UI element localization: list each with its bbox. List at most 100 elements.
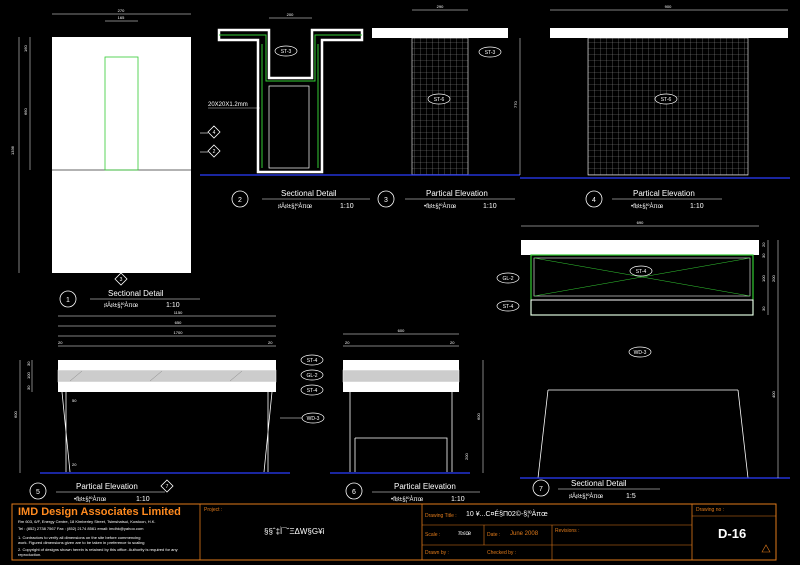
svg-text:7: 7: [539, 486, 543, 493]
drawing-title: Partical Elevation: [633, 189, 695, 198]
svg-text:3: 3: [120, 277, 123, 283]
company-phone: Tel : (852) 2738 7567 Fax : (852) 2174 8…: [18, 526, 144, 531]
note-1b: work. Figured dimensions given are to be…: [18, 540, 145, 545]
drawing-title-label: Drawing Title :: [425, 513, 457, 519]
svg-text:30: 30: [26, 385, 31, 390]
svg-text:ST-6: ST-6: [661, 97, 672, 103]
svg-text:200: 200: [771, 275, 776, 282]
dim-d1-left2: 660: [23, 108, 28, 115]
drawing-number: D-16: [718, 526, 747, 541]
svg-text:1700: 1700: [174, 330, 184, 335]
svg-text:100: 100: [26, 372, 31, 379]
svg-text:ST-4: ST-4: [307, 358, 318, 364]
svg-text:1:10: 1:10: [136, 496, 150, 503]
dim-d1-top: 270: [118, 8, 125, 13]
drawing-5-elevation: 1150 650 1700 20 20 30 100 30 600 50 20 …: [13, 310, 325, 503]
svg-text:4: 4: [592, 197, 596, 204]
drawing-title-value: 10 ¥...C¤É§Π02©-§¦ºÀπœ: [466, 511, 548, 518]
svg-text:ST-4: ST-4: [636, 269, 647, 275]
drawing-4-elevation: 900 ST-6 4 Partical Elevation •ﬂ♯±§¦ºÀπœ…: [520, 4, 790, 210]
svg-text:20: 20: [761, 242, 766, 247]
svg-text:20: 20: [450, 340, 455, 345]
svg-text:20: 20: [72, 462, 77, 467]
svg-text:2: 2: [213, 149, 216, 155]
scale-value: π≤œ: [458, 531, 472, 537]
drawing-1-elevation: 270 165 1336 660 160 4 2 3 1 Sectional D…: [10, 8, 221, 309]
svg-text:600: 600: [398, 328, 405, 333]
svg-text:6: 6: [352, 489, 356, 496]
svg-text:♯Ä♯±§¦ºÀπœ: ♯Ä♯±§¦ºÀπœ: [104, 302, 139, 309]
svg-text:4: 4: [213, 130, 216, 136]
svg-text:1:5: 1:5: [626, 493, 636, 500]
drawing-title: Partical Elevation: [426, 189, 488, 198]
svg-text:1:10: 1:10: [451, 496, 465, 503]
drawn-label: Drawn by :: [425, 550, 449, 556]
svg-text:20: 20: [345, 340, 350, 345]
svg-text:1:10: 1:10: [340, 203, 354, 210]
scale-label: Scale :: [425, 532, 441, 538]
svg-text:770: 770: [513, 101, 518, 108]
drawing-2-section: 200 ST-3 20X20X1.2mm 2 Sectional Detail …: [200, 12, 370, 210]
svg-text:30: 30: [761, 253, 766, 258]
drawing-title: Partical Elevation: [76, 482, 138, 491]
company-name: IMD Design Associates Limited: [18, 506, 181, 518]
svg-text:•ﬂ♯±§¦ºÀπœ: •ﬂ♯±§¦ºÀπœ: [391, 496, 424, 503]
svg-text:900: 900: [665, 4, 672, 9]
svg-text:50: 50: [72, 398, 77, 403]
date-label: Date :: [487, 532, 501, 538]
panel-board: [52, 37, 191, 273]
revisions-label: Revisions :: [555, 528, 580, 534]
drawing-6-elevation: 600 20 20 600 200 6 Partical Elevation •…: [330, 328, 484, 503]
svg-text:ST-3: ST-3: [485, 50, 496, 56]
dim-d1-top2: 165: [118, 15, 125, 20]
svg-text:3: 3: [384, 197, 388, 204]
svg-text:ST-4: ST-4: [503, 304, 514, 310]
drawing-title: Sectional Detail: [108, 289, 164, 298]
date-value: June 2008: [510, 531, 539, 537]
mosaic-panel: [411, 37, 469, 176]
svg-text:ST-6: ST-6: [434, 97, 445, 103]
project-label: Project :: [204, 507, 223, 513]
cad-drawing-sheet: 270 165 1336 660 160 4 2 3 1 Sectional D…: [0, 0, 800, 565]
svg-text:1:10: 1:10: [166, 302, 180, 309]
drawing-3-elevation: 290 770 ST-3 ST-6 3 Partical Elevation •…: [370, 4, 521, 210]
svg-text:GL-2: GL-2: [306, 373, 317, 379]
svg-text:1150: 1150: [174, 310, 183, 315]
svg-text:600: 600: [476, 413, 481, 420]
svg-text:20: 20: [58, 340, 63, 345]
svg-text:690: 690: [637, 220, 644, 225]
drawing-title: Sectional Detail: [281, 189, 337, 198]
svg-text:20: 20: [268, 340, 273, 345]
svg-text:2: 2: [238, 197, 242, 204]
svg-text:1:10: 1:10: [690, 203, 704, 210]
svg-text:1:10: 1:10: [483, 203, 497, 210]
company-address: Rm 603, 6/F, Energy Centre, 18 Kimberley…: [18, 519, 156, 524]
svg-text:100: 100: [761, 275, 766, 282]
svg-text:ST-4: ST-4: [307, 388, 318, 394]
drawing-title: Sectional Detail: [571, 479, 627, 488]
svg-text:290: 290: [437, 4, 444, 9]
svg-text:1: 1: [66, 297, 70, 304]
svg-text:7: 7: [166, 484, 169, 490]
svg-text:650: 650: [175, 320, 182, 325]
svg-text:•ﬂ♯±§¦ºÀπœ: •ﬂ♯±§¦ºÀπœ: [74, 496, 107, 503]
svg-text:30: 30: [761, 306, 766, 311]
note-2b: reproduction.: [18, 552, 42, 557]
dim-d1-left: 1336: [10, 145, 15, 155]
svg-text:400: 400: [771, 391, 776, 398]
svg-text:♯Ä♯±§¦ºÀπœ: ♯Ä♯±§¦ºÀπœ: [278, 203, 313, 210]
svg-text:30: 30: [26, 361, 31, 366]
note-2: 2. Copyright of designs shown herein is …: [18, 547, 178, 552]
svg-text:200: 200: [287, 12, 294, 17]
project-value: §§ˆ‡Ì¯˘ΞΔW§G¥ì: [264, 527, 325, 536]
svg-text:♯Ä♯±§¦ºÀπœ: ♯Ä♯±§¦ºÀπœ: [569, 493, 604, 500]
drawing-7-section: 690 20 30 100 200 30 400 ST-4 GL-2 ST-4 …: [496, 220, 790, 500]
checked-label: Checked by :: [487, 550, 517, 556]
drawing-canvas: 270 165 1336 660 160 4 2 3 1 Sectional D…: [10, 4, 790, 561]
drawing-no-label: Drawing no :: [696, 507, 725, 513]
cabinet-section: [268, 85, 310, 169]
drawing-title: Partical Elevation: [394, 482, 456, 491]
svg-text:5: 5: [36, 489, 40, 496]
dim-d1-left3: 160: [23, 45, 28, 52]
svg-text:•ﬂ♯±§¦ºÀπœ: •ﬂ♯±§¦ºÀπœ: [424, 203, 457, 210]
